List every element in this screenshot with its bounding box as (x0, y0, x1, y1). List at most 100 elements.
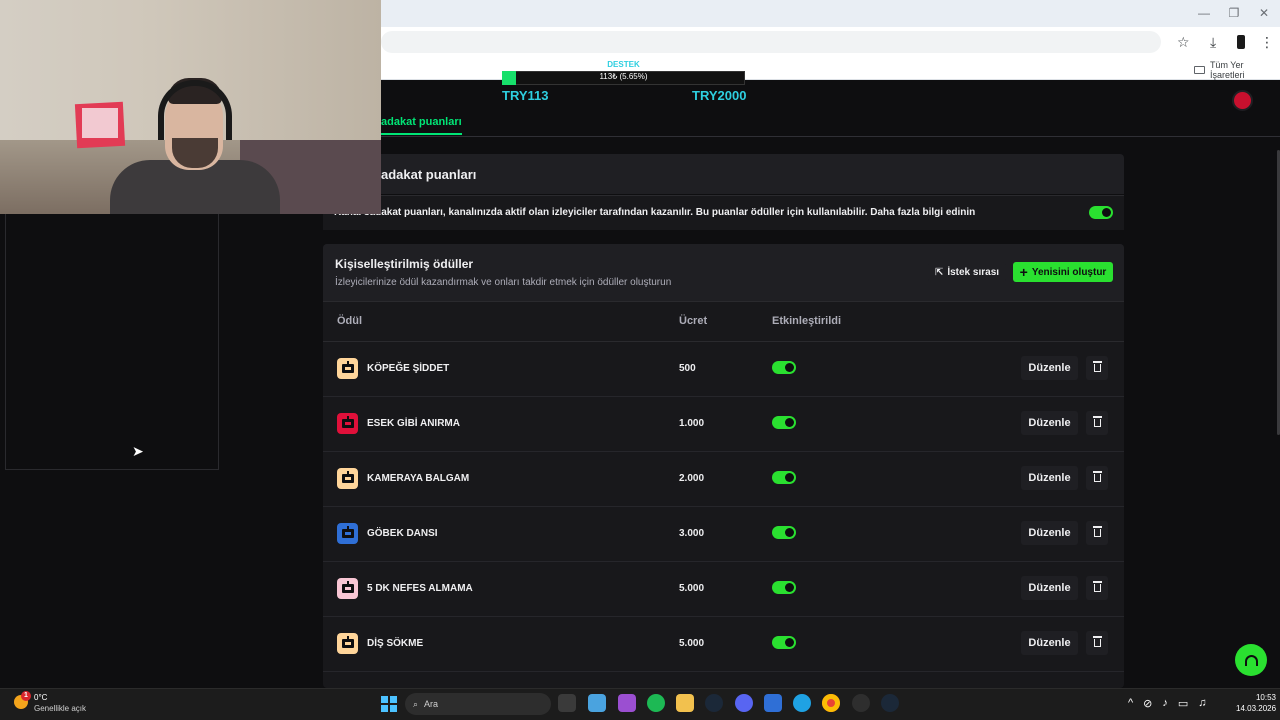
edit-reward-button[interactable]: Düzenle (1021, 521, 1078, 545)
loyalty-description: Kanal sadakat puanları, kanalınızda akti… (334, 207, 976, 218)
volume-icon[interactable]: ♫ (1198, 697, 1206, 710)
store-icon[interactable] (764, 694, 782, 712)
request-queue-button[interactable]: ⇱ İstek sırası (928, 262, 1006, 282)
headset-icon (1244, 654, 1258, 666)
reward-cost: 5.000 (679, 638, 705, 649)
taskbar-search-placeholder: Ara (424, 699, 439, 709)
close-icon[interactable]: ✕ (1256, 6, 1272, 20)
delete-reward-button[interactable] (1086, 576, 1108, 600)
folder-icon (1194, 66, 1205, 74)
reward-name: DİŞ SÖKME (367, 638, 424, 649)
trash-icon (1092, 636, 1102, 647)
reward-enabled-toggle[interactable] (772, 526, 796, 539)
system-tray: ^ ⊘ ♪ ▭ ♫ (1128, 697, 1207, 710)
table-row: GÖBEK DANSI 3.000 Düzenle (323, 507, 1124, 562)
minimize-icon[interactable]: — (1196, 6, 1212, 20)
column-header-enabled: Etkinleştirildi (772, 315, 842, 327)
donation-current-amount: TRY113 (502, 88, 549, 103)
weather-notification-badge: 1 (21, 691, 31, 701)
user-avatar[interactable] (1232, 90, 1253, 111)
address-bar[interactable] (381, 31, 1161, 53)
delete-reward-button[interactable] (1086, 521, 1108, 545)
plus-icon: + (1019, 264, 1028, 280)
reward-cost: 5.000 (679, 583, 705, 594)
column-header-cost: Ücret (679, 315, 708, 327)
reward-name: GÖBEK DANSI (367, 528, 438, 539)
file-explorer-icon[interactable] (676, 694, 694, 712)
download-icon[interactable]: ⤓ (1210, 34, 1216, 51)
chrome-icon[interactable] (822, 694, 840, 712)
reward-enabled-toggle[interactable] (772, 636, 796, 649)
taskbar-search-box[interactable]: ⌕ Ara (405, 693, 551, 715)
photos-app-icon[interactable] (618, 694, 636, 712)
taskbar-clock-date[interactable]: 14.03.2026 (1236, 704, 1276, 713)
extension-icon[interactable] (1237, 35, 1245, 49)
edge-icon[interactable] (793, 694, 811, 712)
table-row: KAMERAYA BALGAM 2.000 Düzenle (323, 452, 1124, 507)
donation-progress-text: 113₺ (5.65%) (599, 72, 648, 81)
external-link-icon: ⇱ (934, 266, 944, 278)
left-sidebar-panel (5, 214, 219, 470)
trash-icon (1092, 361, 1102, 372)
reward-gift-icon (337, 633, 358, 654)
trash-icon (1092, 526, 1102, 537)
windows-start-icon[interactable] (381, 696, 397, 712)
reward-enabled-toggle[interactable] (772, 581, 796, 594)
restore-icon[interactable]: ❐ (1226, 6, 1242, 20)
edit-reward-button[interactable]: Düzenle (1021, 466, 1078, 490)
reward-name: 5 DK NEFES ALMAMA (367, 583, 473, 594)
tab-loyalty-points[interactable]: adakat puanları (381, 116, 462, 135)
weather-description[interactable]: Genellikle açık (34, 704, 86, 713)
column-header-reward: Ödül (337, 315, 363, 327)
steam-secondary-icon[interactable] (881, 694, 899, 712)
create-reward-button[interactable]: + Yenisini oluştur (1013, 262, 1113, 282)
task-view-icon[interactable] (558, 694, 576, 712)
obs-icon[interactable] (852, 694, 870, 712)
edit-reward-button[interactable]: Düzenle (1021, 631, 1078, 655)
delete-reward-button[interactable] (1086, 631, 1108, 655)
reward-cost: 1.000 (679, 418, 705, 429)
trash-icon (1092, 581, 1102, 592)
edit-reward-button[interactable]: Düzenle (1021, 411, 1078, 435)
rewards-subtitle: İzleyicilerinize ödül kazandırmak ve onl… (335, 277, 672, 288)
request-queue-label: İstek sırası (947, 266, 1000, 278)
vpn-app-icon[interactable] (588, 694, 606, 712)
edit-reward-button[interactable]: Düzenle (1021, 356, 1078, 380)
reward-enabled-toggle[interactable] (772, 416, 796, 429)
reward-gift-icon (337, 578, 358, 599)
webcam-headset (158, 80, 232, 140)
menu-kebab-icon[interactable]: ⋮ (1260, 34, 1274, 51)
taskbar-clock-time[interactable]: 10:53 (1244, 693, 1276, 702)
delete-reward-button[interactable] (1086, 356, 1108, 380)
all-bookmarks-button[interactable]: Tüm Yer İşaretleri (1194, 60, 1280, 80)
table-row: KÖPEĞE ŞİDDET 500 Düzenle (323, 342, 1124, 397)
reward-cost: 2.000 (679, 473, 705, 484)
spotify-icon[interactable] (647, 694, 665, 712)
network-icon[interactable]: ⊘ (1143, 697, 1152, 710)
display-icon[interactable]: ▭ (1178, 697, 1188, 710)
edit-reward-button[interactable]: Düzenle (1021, 576, 1078, 600)
trash-icon (1092, 471, 1102, 482)
table-row: ESEK GİBİ ANIRMA 1.000 Düzenle (323, 397, 1124, 452)
reward-gift-icon (337, 413, 358, 434)
reward-gift-icon (337, 358, 358, 379)
reward-name: KAMERAYA BALGAM (367, 473, 470, 484)
microphone-icon[interactable]: ♪ (1162, 697, 1168, 710)
loyalty-enable-toggle[interactable] (1089, 206, 1113, 219)
help-support-button[interactable] (1235, 644, 1267, 676)
table-row: 5 DK NEFES ALMAMA 5.000 Düzenle (323, 562, 1124, 617)
delete-reward-button[interactable] (1086, 466, 1108, 490)
reward-enabled-toggle[interactable] (772, 471, 796, 484)
webcam-overlay (0, 0, 381, 214)
reward-gift-icon (337, 468, 358, 489)
steam-icon[interactable] (705, 694, 723, 712)
windows-taskbar (0, 688, 1280, 720)
bookmark-star-icon[interactable]: ☆ (1177, 34, 1190, 51)
donation-goal-amount: TRY2000 (692, 88, 747, 103)
tray-chevron-icon[interactable]: ^ (1128, 697, 1133, 710)
discord-icon[interactable] (735, 694, 753, 712)
reward-enabled-toggle[interactable] (772, 361, 796, 374)
reward-name: ESEK GİBİ ANIRMA (367, 418, 460, 429)
weather-temperature[interactable]: 0°C (34, 693, 47, 702)
delete-reward-button[interactable] (1086, 411, 1108, 435)
